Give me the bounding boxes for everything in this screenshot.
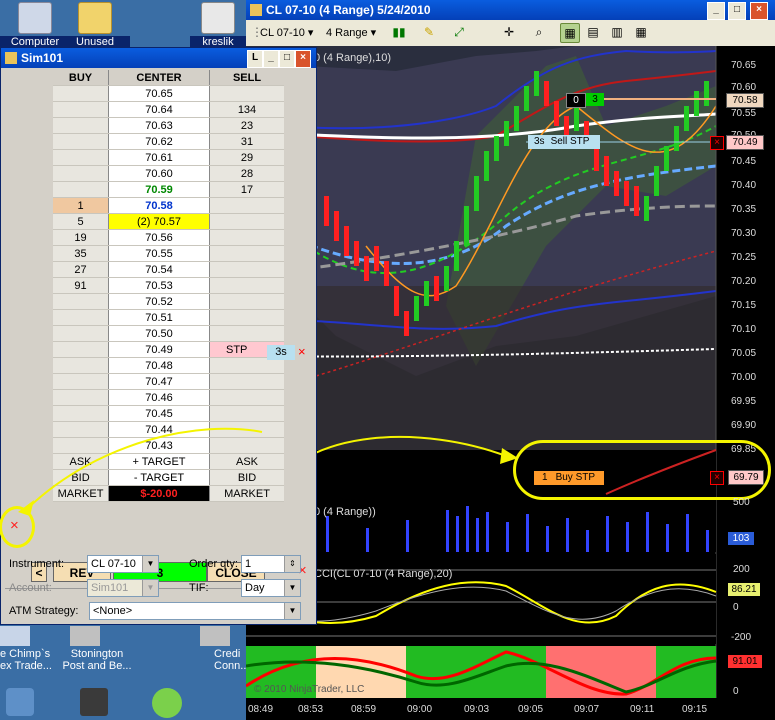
annotation-overlay — [18, 427, 263, 516]
